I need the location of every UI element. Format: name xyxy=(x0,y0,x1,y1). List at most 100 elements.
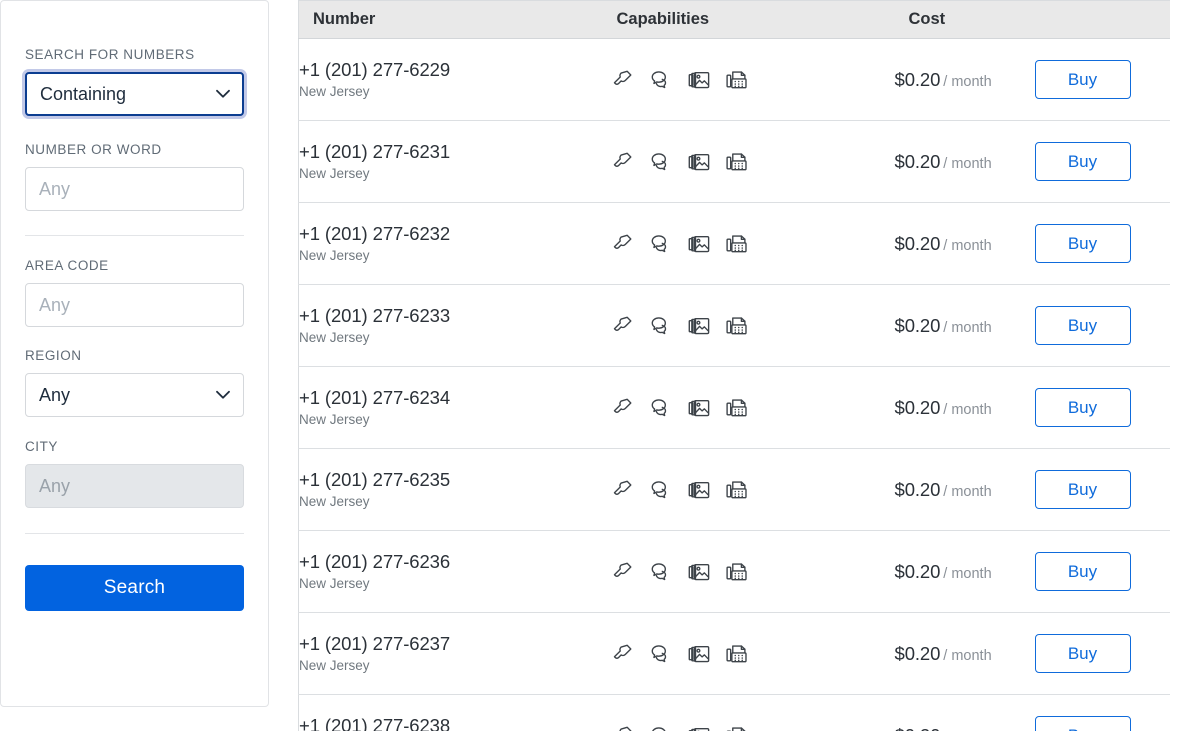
table-row: +1 (201) 277-6232New Jersey$0.20/ monthB… xyxy=(299,203,1171,285)
column-header-cost: Cost xyxy=(895,1,1171,39)
cell-cost: $0.20/ month xyxy=(895,613,1033,695)
cost-amount: $0.20 xyxy=(895,315,941,336)
cost-amount: $0.20 xyxy=(895,151,941,172)
table-head: Number Capabilities Cost xyxy=(299,1,1171,39)
cost-line: $0.20/ month xyxy=(895,315,1033,337)
region-select-wrap[interactable]: Any xyxy=(25,373,244,417)
cell-number: +1 (201) 277-6234 New Jersey xyxy=(299,367,603,449)
sms-icon xyxy=(650,561,672,583)
cost-line: $0.20/ month xyxy=(895,643,1033,665)
cell-number: +1 (201) 277-6238New Jersey xyxy=(299,695,603,731)
buy-button[interactable]: Buy xyxy=(1035,716,1131,731)
table-row: +1 (201) 277-6231New Jersey$0.20/ monthB… xyxy=(299,121,1171,203)
voice-icon xyxy=(612,315,634,337)
table-header-row: Number Capabilities Cost xyxy=(299,1,1171,39)
cell-cost: $0.20/ month xyxy=(895,39,1033,121)
cell-cost: $0.20/ month xyxy=(895,531,1033,613)
phone-number: +1 (201) 277-6232 xyxy=(299,222,603,245)
field-city: CITY xyxy=(25,439,244,508)
available-numbers-panel: Number Capabilities Cost +1 (201) 277-62… xyxy=(298,0,1170,731)
available-numbers-table: Number Capabilities Cost +1 (201) 277-62… xyxy=(298,0,1170,731)
voice-icon xyxy=(612,151,634,173)
cell-cost: $0.20/ month xyxy=(895,121,1033,203)
mms-icon xyxy=(688,561,710,583)
phone-number: +1 (201) 277-6233 xyxy=(299,304,603,327)
fax-icon xyxy=(726,69,748,91)
fax-icon xyxy=(726,643,748,665)
cost-line: $0.20/ month xyxy=(895,233,1033,255)
table-row: +1 (201) 277-6237New Jersey$0.20/ monthB… xyxy=(299,613,1171,695)
cell-capabilities xyxy=(603,121,895,203)
cost-period: / month xyxy=(943,320,991,336)
buy-button[interactable]: Buy xyxy=(1035,552,1131,591)
cost-period: / month xyxy=(943,156,991,172)
area-code-input[interactable] xyxy=(25,283,244,327)
phone-region: New Jersey xyxy=(299,165,603,183)
region-select[interactable]: Any xyxy=(25,373,244,417)
capabilities-list xyxy=(603,315,895,337)
buy-button[interactable]: Buy xyxy=(1035,388,1131,427)
sms-icon xyxy=(650,151,672,173)
search-button[interactable]: Search xyxy=(25,565,244,611)
sms-icon xyxy=(650,643,672,665)
mms-icon xyxy=(688,397,710,419)
cost-line: $0.20/ month xyxy=(895,561,1033,583)
cost-period: / month xyxy=(943,648,991,664)
phone-number: +1 (201) 277-6229 xyxy=(299,58,603,81)
cell-cost: $0.20/ month xyxy=(895,695,1033,731)
voice-icon xyxy=(612,69,634,91)
phone-number: +1 (201) 277-6235 xyxy=(299,468,603,491)
cell-action: Buy xyxy=(1033,285,1171,367)
mms-icon xyxy=(688,315,710,337)
number-or-word-label: NUMBER OR WORD xyxy=(25,142,244,158)
table-row: +1 (201) 277-6234New Jersey$0.20/ monthB… xyxy=(299,367,1171,449)
cell-capabilities xyxy=(603,203,895,285)
capabilities-list xyxy=(603,479,895,501)
cell-number: +1 (201) 277-6229New Jersey xyxy=(299,39,603,121)
cost-amount: $0.20 xyxy=(895,643,941,664)
region-label: REGION xyxy=(25,348,244,364)
cell-cost: $0.20/ month xyxy=(895,285,1033,367)
table-row: +1 (201) 277-6229New Jersey$0.20/ monthB… xyxy=(299,39,1171,121)
phone-number: +1 (201) 277-6234 xyxy=(299,386,603,409)
search-for-numbers-select[interactable]: ContainingStarts withEnds with xyxy=(25,72,244,116)
cell-capabilities xyxy=(603,39,895,121)
capabilities-list xyxy=(603,69,895,91)
cell-capabilities xyxy=(603,367,895,449)
cell-cost: $0.20/ month xyxy=(895,203,1033,285)
voice-icon xyxy=(612,561,634,583)
cell-number: +1 (201) 277-6236New Jersey xyxy=(299,531,603,613)
table-row: +1 (201) 277-6235 New Jersey $0.20/ monthB… xyxy=(299,449,1171,531)
buy-button[interactable]: Buy xyxy=(1035,142,1131,181)
buy-button[interactable]: Buy xyxy=(1035,634,1131,673)
cost-amount: $0.20 xyxy=(895,69,941,90)
cell-number: +1 (201) 277-6233New Jersey xyxy=(299,285,603,367)
cost-amount: $0.20 xyxy=(895,479,941,500)
cell-cost: $0.20/ month xyxy=(895,449,1033,531)
cell-capabilities xyxy=(603,613,895,695)
buy-button[interactable]: Buy xyxy=(1035,306,1131,345)
column-header-capabilities: Capabilities xyxy=(603,1,895,39)
field-number-or-word: NUMBER OR WORD xyxy=(25,142,244,211)
phone-region: New Jersey xyxy=(299,493,603,511)
cost-amount: $0.20 xyxy=(895,233,941,254)
phone-number: +1 (201) 277-6231 xyxy=(299,140,603,163)
phone-region: New Jersey xyxy=(299,411,603,429)
fax-icon xyxy=(726,561,748,583)
mms-icon xyxy=(688,151,710,173)
cell-capabilities xyxy=(603,531,895,613)
cost-period: / month xyxy=(943,238,991,254)
cost-period: / month xyxy=(943,74,991,90)
number-or-word-input[interactable] xyxy=(25,167,244,211)
phone-region: New Jersey xyxy=(299,657,603,675)
fax-icon xyxy=(726,315,748,337)
capabilities-list xyxy=(603,561,895,583)
buy-button[interactable]: Buy xyxy=(1035,224,1131,263)
search-for-numbers-select-wrap[interactable]: ContainingStarts withEnds with xyxy=(25,72,244,116)
cell-capabilities xyxy=(603,695,895,731)
cell-capabilities xyxy=(603,449,895,531)
buy-button[interactable]: Buy xyxy=(1035,60,1131,99)
voice-icon xyxy=(612,643,634,665)
buy-button[interactable]: Buy xyxy=(1035,470,1131,509)
cost-line: $0.20/ month xyxy=(895,151,1033,173)
